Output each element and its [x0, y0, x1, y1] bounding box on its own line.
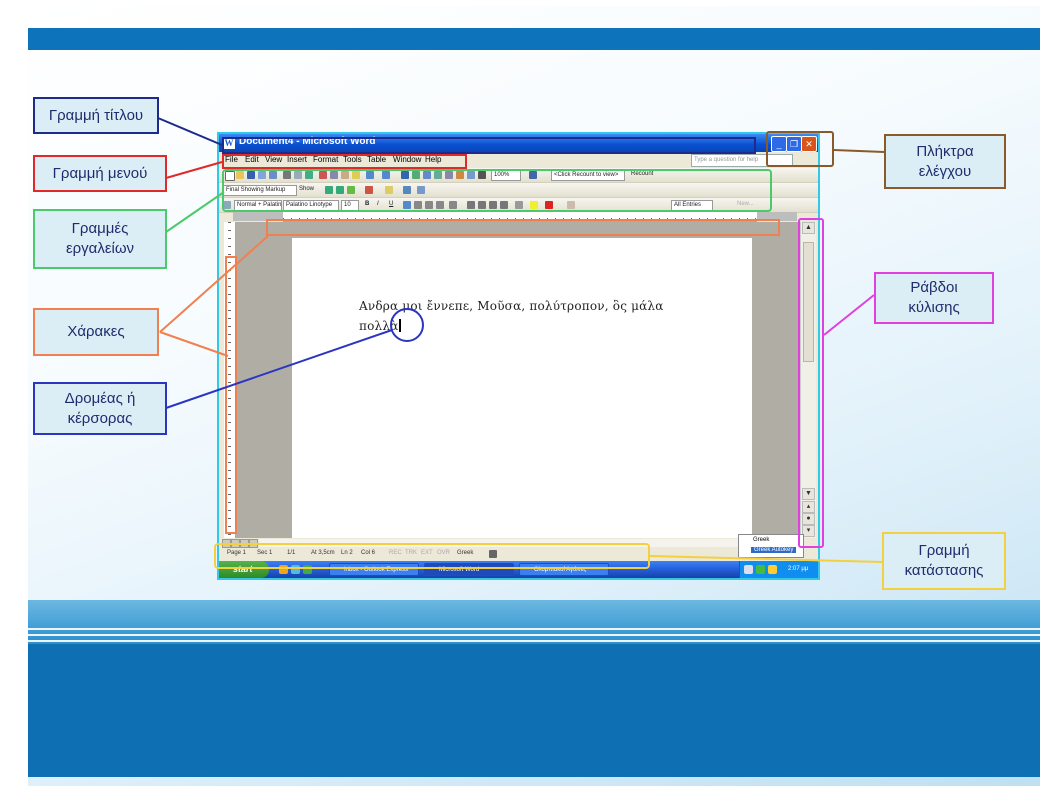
callout-title-bar: Γραμμή τίτλου	[33, 97, 159, 134]
slide: W Document4 - Microsoft Word _ ❐ ✕ File …	[0, 0, 1045, 794]
callout-cursor: Δρομέας ή κέρσορας	[33, 382, 167, 435]
toolbars-highlight	[222, 169, 772, 212]
callout-control-buttons: Πλήκτρα ελέγχου	[884, 134, 1006, 189]
scrollbar-highlight	[798, 218, 824, 548]
callout-scrollbars: Ράβδοι κύλισης	[874, 272, 994, 324]
clock: 2:07 μμ	[788, 566, 809, 572]
callout-control-buttons-line2: ελέγχου	[918, 162, 972, 180]
callout-cursor-line2: κέρσορας	[67, 409, 133, 427]
document-page[interactable]	[292, 238, 752, 538]
horizontal-ruler-highlight	[266, 219, 780, 236]
tray-icon[interactable]	[756, 565, 765, 574]
callout-cursor-line1: Δρομέας ή	[64, 389, 136, 407]
slide-wave-line	[28, 628, 1040, 630]
callout-scrollbars-line2: κύλισης	[908, 299, 960, 316]
callout-toolbars-line2: εργαλείων	[65, 240, 135, 257]
callout-menu-bar-text: Γραμμή μενού	[52, 164, 148, 182]
slide-wave	[28, 600, 1040, 644]
tray-icon[interactable]	[768, 565, 777, 574]
callout-menu-bar: Γραμμή μενού	[33, 155, 167, 192]
language-option-selected[interactable]: Greek Autokey	[751, 547, 797, 553]
callout-status-bar: Γραμμή κατάστασης	[882, 532, 1006, 590]
vertical-ruler-highlight	[225, 256, 237, 534]
slide-bottom-band	[28, 644, 1040, 777]
control-buttons-highlight	[766, 131, 834, 167]
callout-toolbars-line1: Γραμμές	[71, 220, 129, 237]
callout-title-bar-text: Γραμμή τίτλου	[48, 106, 144, 124]
language-popup: Greek Greek Autokey	[738, 534, 804, 558]
language-option[interactable]: Greek	[753, 537, 769, 543]
callout-control-buttons-line1: Πλήκτρα	[916, 142, 974, 160]
menu-bar-highlight	[222, 154, 467, 169]
system-tray: 2:07 μμ	[739, 561, 818, 578]
slide-wave-line	[28, 634, 1040, 636]
callout-toolbars: Γραμμές εργαλείων	[33, 209, 167, 269]
slide-top-bar	[28, 28, 1040, 50]
status-bar-highlight	[214, 543, 650, 569]
language-bar-icon[interactable]	[744, 565, 753, 574]
callout-scrollbars-line1: Ράβδοι	[910, 279, 958, 296]
cursor-highlight	[390, 308, 424, 342]
callout-rulers-text: Χάρακες	[67, 323, 125, 340]
title-bar-highlight	[222, 137, 756, 154]
callout-status-bar-line2: κατάστασης	[904, 562, 984, 579]
callout-rulers: Χάρακες	[33, 308, 159, 356]
slide-wave-line	[28, 640, 1040, 642]
callout-status-bar-line1: Γραμμή	[918, 542, 970, 559]
